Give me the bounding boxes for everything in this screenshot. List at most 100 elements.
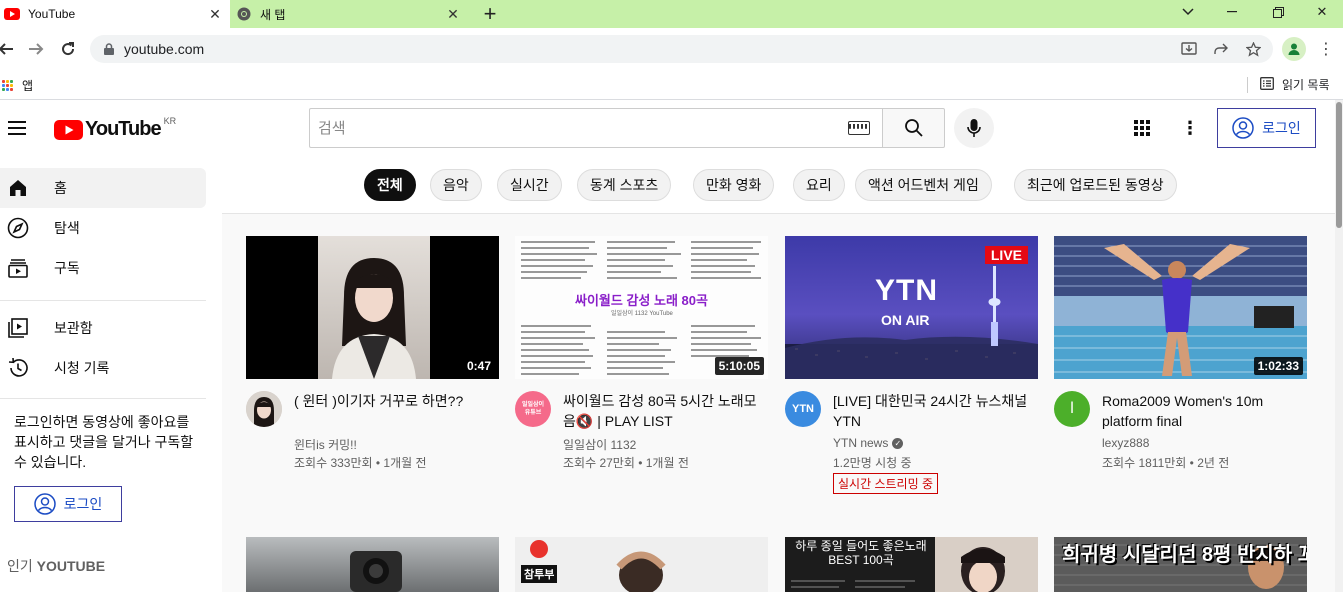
share-icon[interactable] <box>1209 37 1233 61</box>
tab-search-icon[interactable] <box>1168 0 1208 24</box>
sidebar-item-label: 홈 <box>54 180 67 196</box>
channel-avatar[interactable]: 일일삼이 유튜브 <box>515 391 551 427</box>
apps-label: 앱 <box>22 79 34 93</box>
sidebar-item-history[interactable]: 시청 기록 <box>0 348 206 388</box>
video-card[interactable]: 참투부 <box>515 537 768 592</box>
video-card[interactable]: 1:02:33 l Roma2009 Women's 10m platform … <box>1054 236 1307 491</box>
video-thumbnail[interactable]: 하루 종일 들어도 좋은노래 BEST 100곡 <box>785 537 1038 592</box>
video-card[interactable]: 0:47 ( 윈터 )이기자 거꾸로 하면?? 윈터is 커밍!! 조회수 33… <box>246 236 499 491</box>
account-circle-icon <box>33 493 56 515</box>
reading-list-icon <box>1260 76 1274 93</box>
menu-hamburger-icon[interactable] <box>8 116 32 140</box>
sidebar-item-subscriptions[interactable]: 구독 <box>0 248 206 288</box>
address-bar[interactable]: youtube.com <box>90 35 1273 63</box>
channel-avatar-text: l <box>1070 400 1074 417</box>
video-card[interactable]: LIVE YTN ON AIR YTN [LIVE] 대한민국 24시간 뉴스채… <box>785 236 1038 494</box>
apps-shortcut[interactable]: 앱 <box>2 77 33 94</box>
minimize-button[interactable] <box>1212 0 1252 24</box>
section-title: YOUTUBE <box>36 558 106 574</box>
youtube-play-logo-icon <box>54 119 83 140</box>
channel-name-text: 윈터is 커밍!! <box>294 438 357 452</box>
page-scrollbar[interactable] <box>1335 100 1343 592</box>
lock-icon[interactable] <box>102 42 116 56</box>
sidebar-item-library[interactable]: 보관함 <box>0 308 206 348</box>
thumbnail-title-text: 희귀병 시달리던 8평 반지하 꼬마 <box>1062 544 1307 566</box>
bookmark-star-icon[interactable] <box>1241 37 1265 61</box>
channel-name[interactable]: YTN news ✓ <box>833 436 904 450</box>
reload-button[interactable] <box>56 37 80 61</box>
divider <box>1247 76 1248 93</box>
channel-avatar[interactable] <box>246 391 282 427</box>
close-window-button[interactable]: ✕ <box>1302 0 1342 24</box>
video-thumbnail[interactable]: 희귀병 시달리던 8평 반지하 꼬마 <box>1054 537 1307 592</box>
video-card[interactable] <box>246 537 499 592</box>
video-thumbnail[interactable]: 0:47 <box>246 236 499 379</box>
install-icon[interactable] <box>1177 37 1201 61</box>
reading-list-label: 읽기 목록 <box>1282 78 1330 92</box>
tab-strip: YouTube ✕ 새 탭 ✕ + ✕ <box>0 0 1343 28</box>
thumbnail-image <box>350 551 402 592</box>
channel-name[interactable]: lexyz888 <box>1102 436 1149 450</box>
browser-menu-icon[interactable]: ⋮ <box>1316 37 1336 61</box>
settings-more-icon[interactable]: ⋮ <box>1178 116 1202 140</box>
live-thumbnail-badge: LIVE <box>984 246 1028 264</box>
sidebar-item-label: 보관함 <box>54 320 93 336</box>
chip-winter-sports[interactable]: 동계 스포츠 <box>577 169 672 201</box>
voice-search-button[interactable] <box>954 108 994 148</box>
video-card[interactable]: 희귀병 시달리던 8평 반지하 꼬마 <box>1054 537 1307 592</box>
youtube-apps-icon[interactable] <box>1130 116 1154 140</box>
channel-name[interactable]: 일일삼이 1132 <box>563 436 636 453</box>
signin-button[interactable]: 로그인 <box>1217 108 1316 148</box>
main-content: 전체 음악 실시간 동계 스포츠 만화 영화 요리 액션 어드벤처 게임 최근에… <box>222 156 1335 592</box>
profile-avatar-icon[interactable] <box>1282 37 1306 61</box>
bookmarks-bar: 앱 읽기 목록 <box>0 70 1343 100</box>
video-stats: 조회수 27만회 • 1개월 전 <box>563 456 689 470</box>
video-thumbnail[interactable]: 싸이월드 감성 노래 80곡 일일삼이 1132 YouTube 5:10:05 <box>515 236 768 379</box>
new-tab-button[interactable]: + <box>478 3 502 25</box>
tab-new-tab[interactable]: 새 탭 ✕ <box>232 0 468 28</box>
video-title[interactable]: 싸이월드 감성 80곡 5시간 노래모음🔇 | PLAY LIST <box>563 391 768 431</box>
close-tab-icon[interactable]: ✕ <box>206 5 224 23</box>
video-card[interactable]: 하루 종일 들어도 좋은노래 BEST 100곡 <box>785 537 1038 592</box>
video-card[interactable]: 싸이월드 감성 노래 80곡 일일삼이 1132 YouTube 5:10:05… <box>515 236 768 491</box>
video-thumbnail[interactable]: LIVE YTN ON AIR <box>785 236 1038 379</box>
chip-recently-uploaded[interactable]: 최근에 업로드된 동영상 <box>1014 169 1177 201</box>
forward-button[interactable] <box>24 37 48 61</box>
video-title[interactable]: [LIVE] 대한민국 24시간 뉴스채널 YTN <box>833 391 1038 431</box>
reading-list-button[interactable]: 읽기 목록 <box>1247 76 1330 93</box>
search-input[interactable] <box>310 109 848 147</box>
chip-action-adventure-games[interactable]: 액션 어드벤처 게임 <box>855 169 992 201</box>
section-prefix: 인기 <box>7 558 33 574</box>
video-thumbnail[interactable]: 참투부 <box>515 537 768 592</box>
search-button[interactable] <box>882 108 945 148</box>
thumbnail-subtitle-text: ON AIR <box>881 312 930 328</box>
close-tab-icon[interactable]: ✕ <box>444 5 462 23</box>
verified-check-icon: ✓ <box>892 437 904 449</box>
video-thumbnail[interactable] <box>246 537 499 592</box>
scrollbar-thumb[interactable] <box>1336 102 1342 228</box>
chip-cooking[interactable]: 요리 <box>793 169 845 201</box>
chip-all[interactable]: 전체 <box>364 169 416 201</box>
chip-music[interactable]: 음악 <box>430 169 482 201</box>
sidebar-signin-button[interactable]: 로그인 <box>14 486 122 522</box>
channel-name[interactable]: 윈터is 커밍!! <box>294 436 357 453</box>
channel-avatar[interactable]: YTN <box>785 391 821 427</box>
tab-youtube[interactable]: YouTube ✕ <box>0 0 230 28</box>
video-title[interactable]: Roma2009 Women's 10m platform final <box>1102 391 1307 431</box>
signin-prompt-text: 로그인하면 동영상에 좋아요를 표시하고 댓글을 달거나 구독할 수 있습니다. <box>14 414 194 470</box>
sidebar-item-home[interactable]: 홈 <box>0 168 206 208</box>
chip-animation[interactable]: 만화 영화 <box>693 169 775 201</box>
youtube-logo[interactable]: YouTube KR <box>54 116 176 141</box>
sidebar-item-explore[interactable]: 탐색 <box>0 208 206 248</box>
back-button[interactable] <box>0 37 18 61</box>
account-circle-icon <box>1232 117 1254 139</box>
chip-live[interactable]: 실시간 <box>497 169 562 201</box>
restore-button[interactable] <box>1258 0 1298 24</box>
signin-label: 로그인 <box>1262 120 1301 136</box>
tab-title: YouTube <box>28 7 76 21</box>
video-thumbnail[interactable]: 1:02:33 <box>1054 236 1307 379</box>
video-title[interactable]: ( 윈터 )이기자 거꾸로 하면?? <box>294 391 499 411</box>
sidebar-item-label: 탐색 <box>54 220 80 236</box>
keyboard-icon[interactable] <box>848 121 870 135</box>
channel-avatar[interactable]: l <box>1054 391 1090 427</box>
